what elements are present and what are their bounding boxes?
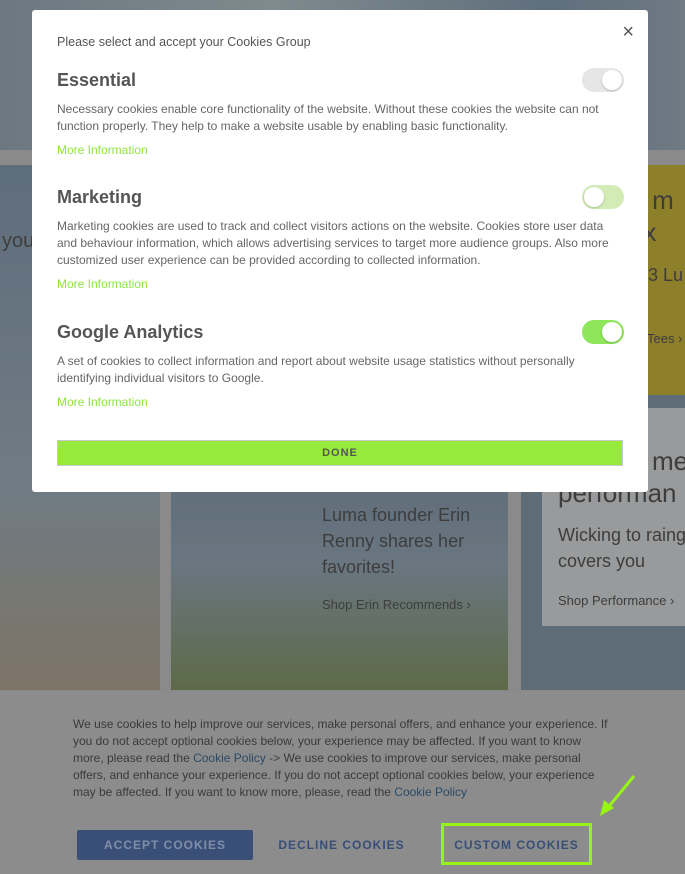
promo-text: Luma founder Erin Renny shares her favor…	[322, 505, 471, 577]
group-description: Necessary cookies enable core functional…	[57, 102, 599, 133]
promo-heading: me	[652, 446, 685, 476]
more-information-link[interactable]: More Information	[57, 395, 623, 409]
more-information-link[interactable]: More Information	[57, 277, 623, 291]
promo-text-fragment: you	[2, 230, 35, 252]
group-description: Marketing cookies are used to track and …	[57, 219, 609, 267]
shop-erin-link[interactable]: Shop Erin Recommends ›	[322, 597, 471, 612]
group-title: Google Analytics	[57, 322, 204, 342]
group-title: Essential	[57, 70, 137, 90]
custom-cookies-button[interactable]: CUSTOM COOKIES	[441, 823, 592, 865]
cookie-group-google-analytics: Google Analytics A set of cookies to col…	[57, 320, 624, 409]
done-button[interactable]: DONE	[57, 440, 623, 466]
group-description: A set of cookies to collect information …	[57, 354, 575, 385]
shop-tees-link[interactable]: Tees ›	[647, 331, 682, 346]
decline-cookies-button[interactable]: DECLINE COOKIES	[270, 830, 413, 860]
arrow-annotation-icon	[600, 775, 636, 816]
promo-text: 3 Lu	[648, 265, 684, 285]
google-analytics-toggle[interactable]	[582, 320, 624, 344]
modal-intro: Please select and accept your Cookies Gr…	[57, 35, 311, 49]
cookie-notice-text: We use cookies to help improve our servi…	[73, 716, 613, 801]
cookie-policy-link[interactable]: Cookie Policy	[394, 785, 467, 799]
cookie-policy-link[interactable]: Cookie Policy	[193, 751, 266, 765]
more-information-link[interactable]: More Information	[57, 143, 623, 157]
cookie-group-marketing: Marketing Marketing cookies are used to …	[57, 185, 624, 291]
marketing-toggle[interactable]	[582, 185, 624, 209]
group-title: Marketing	[57, 187, 143, 207]
cookie-consent-bar: We use cookies to help improve our servi…	[0, 692, 685, 874]
accept-cookies-button[interactable]: ACCEPT COOKIES	[77, 830, 253, 860]
promo-text: Wicking to raing covers you	[558, 525, 685, 571]
cookie-settings-modal: × Please select and accept your Cookies …	[32, 10, 648, 492]
shop-performance-link[interactable]: Shop Performance ›	[558, 593, 674, 608]
essential-toggle[interactable]	[582, 68, 624, 92]
close-icon[interactable]: ×	[622, 22, 634, 42]
cookie-group-essential: Essential Necessary cookies enable core …	[57, 68, 624, 157]
